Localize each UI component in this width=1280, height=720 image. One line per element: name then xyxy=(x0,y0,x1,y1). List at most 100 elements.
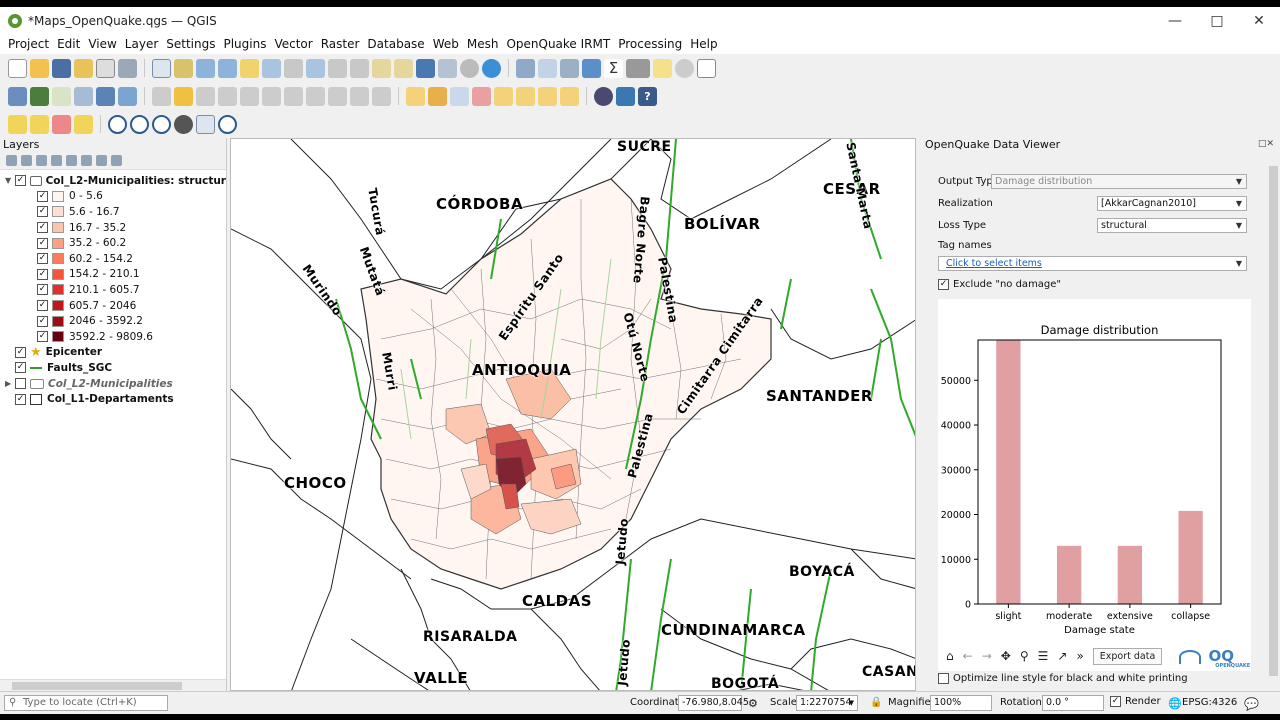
legend-checkbox[interactable]: ✓ xyxy=(37,284,48,296)
menu-openquake-irmt[interactable]: OpenQuake IRMT xyxy=(502,37,614,51)
expand-all-icon[interactable] xyxy=(81,155,92,166)
save-as-icon[interactable] xyxy=(74,58,93,78)
oq-engine-icon[interactable] xyxy=(130,114,149,134)
oq-settings-icon[interactable] xyxy=(174,114,193,134)
style-manager-icon[interactable] xyxy=(118,58,137,78)
output-type-select[interactable]: Damage distribution ▼ xyxy=(991,174,1247,189)
legend-checkbox[interactable]: ✓ xyxy=(37,315,48,327)
pan-to-selection-icon[interactable] xyxy=(174,58,193,78)
zoom-icon[interactable]: ⚲ xyxy=(1020,649,1029,663)
menu-plugins[interactable]: Plugins xyxy=(219,37,270,51)
legend-checkbox[interactable]: ✓ xyxy=(37,268,48,280)
layer-checkbox[interactable]: ✓ xyxy=(15,393,26,405)
layer-checkbox[interactable]: ✓ xyxy=(15,346,26,358)
new-project-icon[interactable] xyxy=(8,58,27,78)
loss-type-select[interactable]: structural ▼ xyxy=(1097,218,1247,233)
scrollbar-thumb[interactable] xyxy=(1269,166,1278,676)
legend-checkbox[interactable]: ✓ xyxy=(37,222,48,234)
maximize-icon[interactable]: □ xyxy=(1196,7,1238,34)
menu-project[interactable]: Project xyxy=(4,37,53,51)
python-console-icon[interactable] xyxy=(616,86,635,106)
edit-axes-icon[interactable]: ↗ xyxy=(1057,649,1067,663)
legend-checkbox[interactable]: ✓ xyxy=(37,300,48,312)
scrollbar-thumb[interactable] xyxy=(12,682,182,690)
legend-checkbox[interactable]: ✓ xyxy=(37,253,48,265)
pin-labels-icon[interactable] xyxy=(450,86,469,106)
oq-vertical-scrollbar[interactable] xyxy=(1267,152,1280,691)
move-label-icon[interactable] xyxy=(516,86,535,106)
legend-item[interactable]: ✓ 2046 - 3592.2 xyxy=(0,313,226,329)
delete-selected-icon[interactable] xyxy=(262,86,281,106)
layer-row-municipalities-structural[interactable]: ▼ ✓ Col_L2-Municipalities: structur xyxy=(0,173,226,189)
legend-item[interactable]: ✓ 3592.2 - 9809.6 xyxy=(0,329,226,345)
configure-subplots-icon[interactable]: ☰ xyxy=(1038,649,1049,663)
lock-icon[interactable]: 🔒 xyxy=(870,697,882,708)
layer-row-municipalities[interactable]: ▶ Col_L2-Municipalities xyxy=(0,376,226,392)
collapse-arrow-icon[interactable]: ▼ xyxy=(5,176,15,185)
processing-toolbox-icon[interactable] xyxy=(582,58,601,78)
identify-features-icon[interactable] xyxy=(516,58,535,78)
copy-features-icon[interactable] xyxy=(306,86,325,106)
toggle-editing-icon[interactable] xyxy=(174,86,193,106)
zoom-next-icon[interactable] xyxy=(350,58,369,78)
filter-legend-icon[interactable] xyxy=(51,155,62,166)
select-features-icon[interactable] xyxy=(8,114,27,134)
legend-checkbox[interactable]: ✓ xyxy=(37,206,48,218)
menu-edit[interactable]: Edit xyxy=(53,37,84,51)
menu-raster[interactable]: Raster xyxy=(317,37,364,51)
menu-view[interactable]: View xyxy=(84,37,120,51)
panel-close-icon[interactable]: □✕ xyxy=(1258,139,1274,149)
remove-layer-icon[interactable] xyxy=(111,155,122,166)
print-layout-icon[interactable] xyxy=(96,58,115,78)
zoom-selection-icon[interactable] xyxy=(262,58,281,78)
layer-row-epicenter[interactable]: ✓ ★ Epicenter xyxy=(0,345,226,361)
bookmark-icon[interactable] xyxy=(416,58,435,78)
realization-select[interactable]: [AkkarCagnan2010] ▼ xyxy=(1097,196,1247,211)
legend-item[interactable]: ✓ 60.2 - 154.2 xyxy=(0,251,226,267)
layer-style-icon[interactable] xyxy=(6,155,17,166)
locator-input[interactable]: ⚲ Type to locate (Ctrl+K) xyxy=(4,695,168,711)
optimize-line-style-row[interactable]: Optimize line style for black and white … xyxy=(938,673,1188,684)
layer-checkbox[interactable] xyxy=(15,378,26,390)
highlight-pinned-icon[interactable] xyxy=(472,86,491,106)
layer-row-departaments[interactable]: ✓ Col_L1-Departaments xyxy=(0,391,226,407)
layers-horizontal-scrollbar[interactable] xyxy=(0,679,226,691)
menu-settings[interactable]: Settings xyxy=(162,37,219,51)
exclude-no-damage-row[interactable]: ✓ Exclude "no damage" xyxy=(938,279,1061,290)
new-shapefile-icon[interactable] xyxy=(52,86,71,106)
more-icon[interactable]: » xyxy=(1076,649,1083,663)
render-toggle[interactable]: ✓ Render xyxy=(1110,696,1161,707)
tag-names-select[interactable]: Click to select items ▼ xyxy=(938,256,1247,271)
legend-checkbox[interactable]: ✓ xyxy=(37,237,48,249)
data-source-manager-icon[interactable] xyxy=(8,86,27,106)
zoom-native-icon[interactable] xyxy=(284,58,303,78)
add-feature-icon[interactable] xyxy=(218,86,237,106)
legend-checkbox[interactable]: ✓ xyxy=(37,331,48,343)
export-data-button[interactable]: Export data xyxy=(1092,647,1163,665)
legend-item[interactable]: ✓ 605.7 - 2046 xyxy=(0,298,226,314)
coordinate-field[interactable]: -76.980,8.045 xyxy=(678,695,749,711)
redo-icon[interactable] xyxy=(372,86,391,106)
rotate-label-icon[interactable] xyxy=(538,86,557,106)
close-icon[interactable]: ✕ xyxy=(1238,7,1280,34)
messages-icon[interactable]: 💬 xyxy=(1244,697,1259,711)
new-spatialite-icon[interactable] xyxy=(74,86,93,106)
label-tool-icon[interactable] xyxy=(406,86,425,106)
render-checkbox[interactable]: ✓ xyxy=(1110,696,1121,707)
zoom-last-icon[interactable] xyxy=(328,58,347,78)
oq-help-icon[interactable] xyxy=(218,114,237,134)
magnifier-field[interactable]: 100% xyxy=(930,695,992,711)
legend-item[interactable]: ✓ 16.7 - 35.2 xyxy=(0,220,226,236)
zoom-in-icon[interactable] xyxy=(196,58,215,78)
change-label-icon[interactable] xyxy=(560,86,579,106)
help-icon[interactable]: ? xyxy=(638,86,657,106)
legend-item[interactable]: ✓ 0 - 5.6 xyxy=(0,189,226,205)
scale-field[interactable]: 1:2270754 ▼ xyxy=(796,695,858,711)
layer-checkbox[interactable]: ✓ xyxy=(15,362,26,374)
current-edits-icon[interactable] xyxy=(152,86,171,106)
menu-help[interactable]: Help xyxy=(686,37,721,51)
save-edits-icon[interactable] xyxy=(196,86,215,106)
crs-label[interactable]: EPSG:4326 xyxy=(1182,697,1237,708)
legend-item[interactable]: ✓ 35.2 - 60.2 xyxy=(0,235,226,251)
back-icon[interactable]: ← xyxy=(963,649,973,663)
